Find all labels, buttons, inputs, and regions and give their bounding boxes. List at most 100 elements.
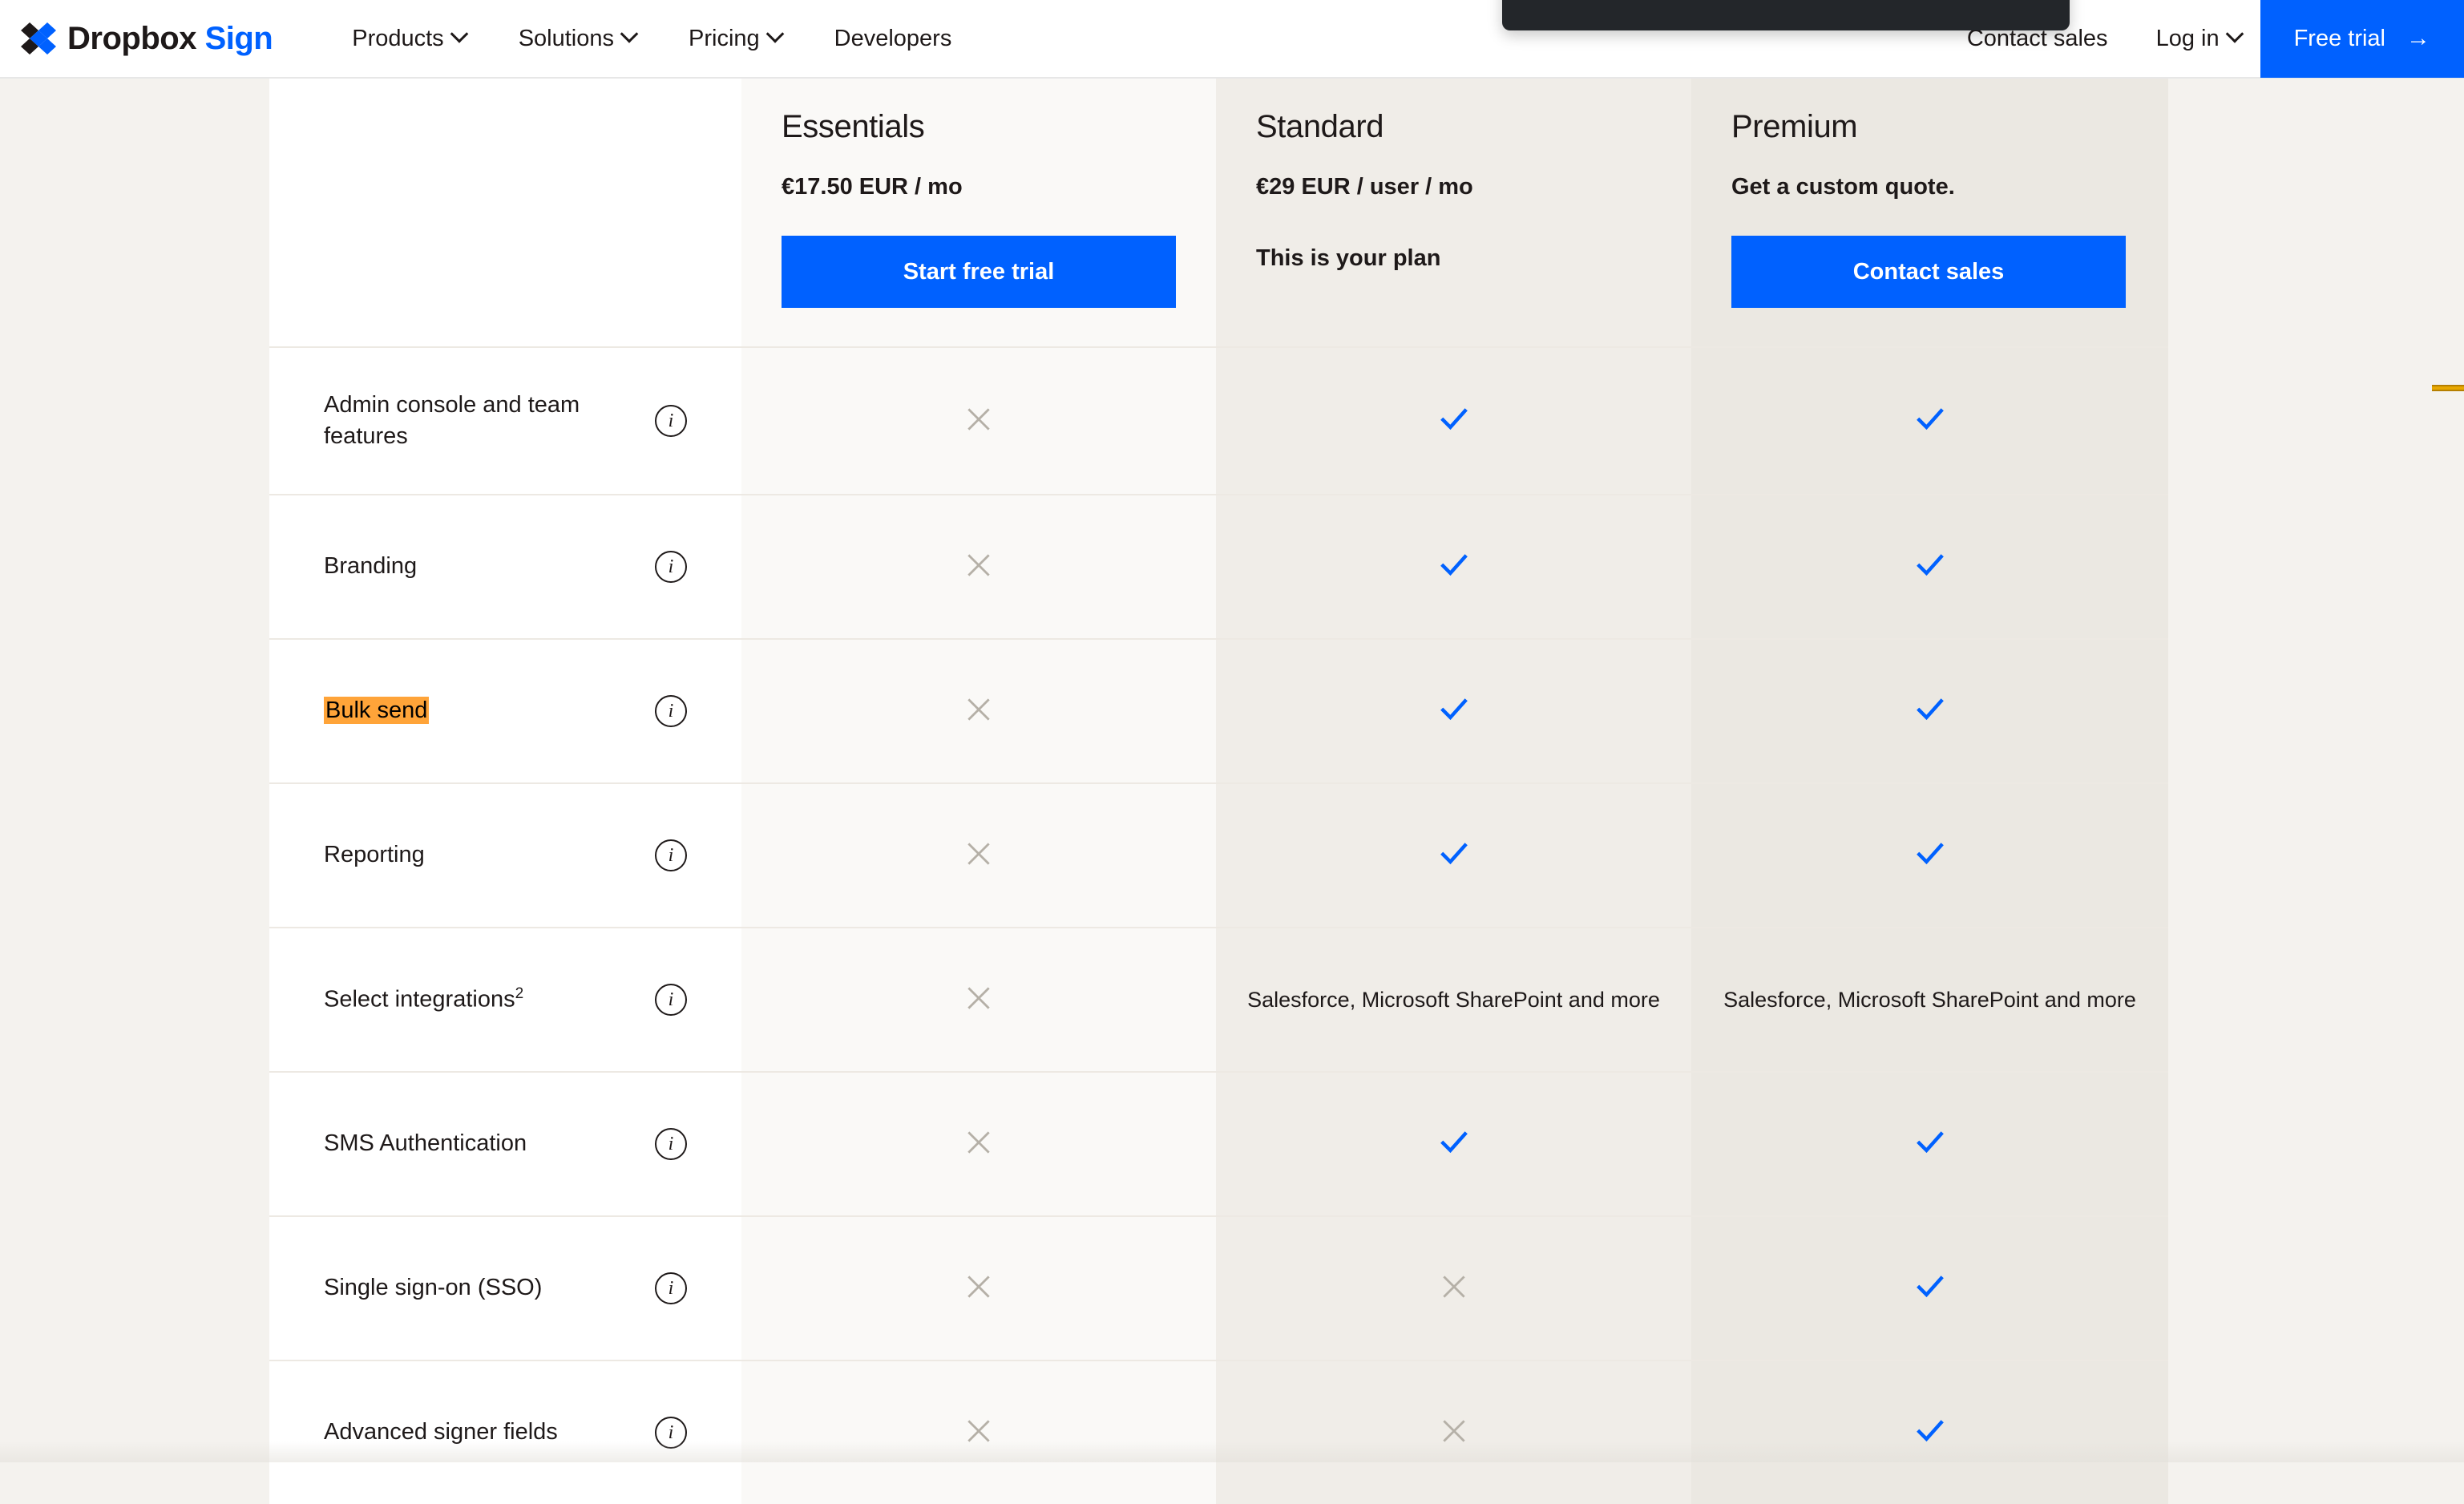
dropbox-logo-icon xyxy=(21,21,56,56)
info-icon[interactable]: i xyxy=(655,1417,687,1449)
cell-essentials xyxy=(741,927,1216,1071)
x-icon xyxy=(963,549,995,585)
feature-name-cell: Brandingi xyxy=(269,494,741,638)
find-match-scrollbar-tick[interactable] xyxy=(2432,385,2464,391)
feature-label: Bulk send xyxy=(324,695,429,726)
check-icon xyxy=(1913,836,1948,875)
info-icon[interactable]: i xyxy=(655,695,687,727)
table-row: Select integrations2 i Salesforce, Microso… xyxy=(269,927,2168,1071)
brand-name-sign: Sign xyxy=(205,21,273,56)
start-free-trial-button[interactable]: Start free trial xyxy=(782,236,1176,308)
check-icon xyxy=(1436,836,1472,875)
plan-column-premium: Premium Get a custom quote. Contact sale… xyxy=(1691,79,2168,346)
cell-premium xyxy=(1691,638,2168,782)
nav-item-label: Products xyxy=(352,26,443,52)
cell-premium xyxy=(1691,1215,2168,1360)
free-trial-label: Free trial xyxy=(2294,26,2385,52)
feature-name-cell: SMS Authentication i xyxy=(269,1071,741,1215)
check-icon xyxy=(1913,692,1948,731)
nav-item-log-in[interactable]: Log in xyxy=(2137,26,2260,52)
cell-standard xyxy=(1216,638,1691,782)
cell-essentials xyxy=(741,1071,1216,1215)
feature-name-cell: Reportingi xyxy=(269,782,741,927)
cell-premium xyxy=(1691,1360,2168,1504)
table-row: Reportingi xyxy=(269,782,2168,927)
info-icon[interactable]: i xyxy=(655,405,687,437)
feature-name-cell: Admin console and team features i xyxy=(269,346,741,494)
table-row: Admin console and team features i xyxy=(269,346,2168,494)
x-icon xyxy=(963,693,995,730)
brand-logo[interactable]: Dropbox Sign xyxy=(21,21,273,57)
check-icon xyxy=(1436,1125,1472,1164)
nav-item-developers[interactable]: Developers xyxy=(808,26,979,52)
feature-label: SMS Authentication xyxy=(324,1128,527,1159)
feature-name-cell: Select integrations2 i xyxy=(269,927,741,1071)
info-icon[interactable]: i xyxy=(655,551,687,583)
feature-label: Single sign-on (SSO) xyxy=(324,1272,542,1304)
feature-label: Admin console and team features xyxy=(324,390,644,452)
feature-name-cell: Bulk send i xyxy=(269,638,741,782)
cell-value-text: Salesforce, Microsoft SharePoint and mor… xyxy=(1247,985,1660,1014)
plan-column-essentials: Essentials €17.50 EUR / mo Start free tr… xyxy=(741,79,1216,346)
cell-premium xyxy=(1691,346,2168,494)
cell-standard xyxy=(1216,346,1691,494)
cell-standard: Salesforce, Microsoft SharePoint and mor… xyxy=(1216,927,1691,1071)
nav-item-solutions[interactable]: Solutions xyxy=(492,26,662,52)
cell-premium xyxy=(1691,494,2168,638)
cell-essentials xyxy=(741,494,1216,638)
brand-name-dropbox: Dropbox xyxy=(67,21,196,56)
check-icon xyxy=(1913,1269,1948,1308)
nav-item-products[interactable]: Products xyxy=(325,26,491,52)
info-icon[interactable]: i xyxy=(655,1272,687,1304)
cell-standard xyxy=(1216,1071,1691,1215)
check-icon xyxy=(1913,548,1948,587)
x-icon xyxy=(963,1415,995,1451)
x-icon xyxy=(963,982,995,1018)
x-icon xyxy=(963,403,995,439)
table-row: Brandingi xyxy=(269,494,2168,638)
cell-essentials xyxy=(741,1360,1216,1504)
cell-standard xyxy=(1216,1360,1691,1504)
clipped-overlay-panel xyxy=(1502,0,2070,30)
nav-item-pricing[interactable]: Pricing xyxy=(662,26,808,52)
plan-column-standard: Standard €29 EUR / user / mo This is you… xyxy=(1216,79,1691,346)
cell-standard xyxy=(1216,782,1691,927)
check-icon xyxy=(1436,692,1472,731)
plan-comparison-table: Essentials €17.50 EUR / mo Start free tr… xyxy=(269,79,2168,1504)
cell-value-text: Salesforce, Microsoft SharePoint and mor… xyxy=(1723,985,2136,1014)
table-row: Advanced signer fields i xyxy=(269,1360,2168,1504)
header-cell-features xyxy=(269,79,741,346)
nav-item-label: Pricing xyxy=(689,26,760,52)
feature-label: Select integrations2 xyxy=(324,984,523,1016)
cell-essentials xyxy=(741,638,1216,782)
brand-logo-text: Dropbox Sign xyxy=(67,21,273,57)
contact-sales-button[interactable]: Contact sales xyxy=(1731,236,2126,308)
table-row: Single sign-on (SSO) i xyxy=(269,1215,2168,1360)
x-icon xyxy=(1438,1415,1470,1451)
check-icon xyxy=(1913,402,1948,441)
feature-label: Advanced signer fields xyxy=(324,1417,558,1448)
cell-essentials xyxy=(741,1215,1216,1360)
plan-name-standard: Standard xyxy=(1256,109,1651,145)
plan-price-essentials: €17.50 EUR / mo xyxy=(782,174,1176,200)
x-icon xyxy=(963,1271,995,1307)
chevron-down-icon xyxy=(620,25,639,43)
free-trial-button[interactable]: Free trial → xyxy=(2260,0,2464,78)
info-icon[interactable]: i xyxy=(655,1128,687,1160)
cell-standard xyxy=(1216,1215,1691,1360)
cell-premium xyxy=(1691,782,2168,927)
chevron-down-icon xyxy=(765,25,784,43)
x-icon xyxy=(963,838,995,874)
nav-item-label: Solutions xyxy=(519,26,614,52)
feature-name-cell: Single sign-on (SSO) i xyxy=(269,1215,741,1360)
cell-premium xyxy=(1691,1071,2168,1215)
current-plan-note: This is your plan xyxy=(1256,245,1651,272)
chevron-down-icon xyxy=(450,25,468,43)
cell-premium: Salesforce, Microsoft SharePoint and mor… xyxy=(1691,927,2168,1071)
info-icon[interactable]: i xyxy=(655,839,687,871)
primary-nav-group: Products Solutions Pricing Developers xyxy=(325,26,978,52)
info-icon[interactable]: i xyxy=(655,984,687,1016)
cell-standard xyxy=(1216,494,1691,638)
check-icon xyxy=(1436,402,1472,441)
plan-price-standard: €29 EUR / user / mo xyxy=(1256,174,1651,200)
